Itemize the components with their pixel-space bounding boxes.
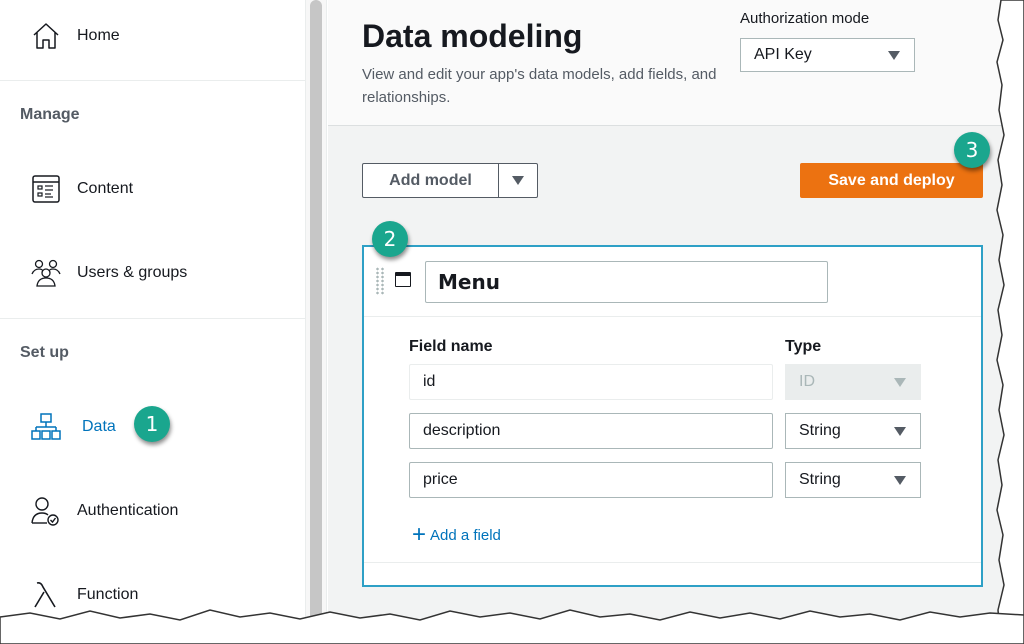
add-model-split-button: Add model [362, 163, 538, 198]
drag-handle-icon[interactable] [375, 267, 385, 295]
card-divider [364, 562, 981, 563]
authorization-mode-select[interactable]: API Key [740, 38, 915, 72]
add-model-dropdown-button[interactable] [499, 164, 537, 197]
model-card-header: Menu [364, 247, 981, 317]
field-type-select: ID [785, 364, 921, 400]
sidebar: Home Manage Content Users & groups Set u… [0, 0, 305, 644]
field-name-input[interactable]: description [409, 413, 773, 449]
sidebar-item-label: Function [77, 586, 139, 603]
sidebar-item-label: Home [77, 27, 120, 44]
sidebar-item-authentication[interactable]: Authentication [0, 491, 305, 531]
data-hierarchy-icon [30, 411, 62, 443]
content-list-icon [30, 173, 62, 205]
sidebar-item-label: Content [77, 180, 134, 197]
plus-icon: + [412, 521, 427, 548]
page-title: Data modeling [362, 18, 583, 54]
authorization-mode-label: Authorization mode [740, 10, 870, 27]
section-title-setup: Set up [20, 344, 69, 361]
page-header: Data modeling View and edit your app's d… [328, 0, 1024, 126]
sidebar-item-label: Data [82, 418, 116, 435]
sidebar-item-label: Users & groups [77, 264, 188, 281]
sidebar-item-content[interactable]: Content [0, 169, 305, 209]
field-type-select[interactable]: String [785, 413, 921, 449]
authorization-mode-value: API Key [754, 46, 812, 63]
caret-down-icon [888, 50, 900, 60]
page-description: View and edit your app's data models, ad… [362, 66, 717, 106]
sidebar-divider [0, 318, 305, 319]
callout-badge-1: 1 [134, 406, 170, 442]
caret-down-icon [512, 176, 524, 185]
sidebar-item-home[interactable]: Home [0, 16, 305, 56]
main-content: Data modeling View and edit your app's d… [328, 0, 1024, 644]
torn-edge-right [996, 0, 1024, 644]
caret-down-icon [894, 475, 906, 485]
field-name-input[interactable]: id [409, 364, 773, 400]
section-title-manage: Manage [20, 106, 80, 123]
callout-badge-2: 2 [372, 221, 408, 257]
field-name-header: Field name [409, 338, 493, 355]
model-window-icon [395, 272, 411, 287]
sidebar-item-users-groups[interactable]: Users & groups [0, 253, 305, 293]
add-model-button[interactable]: Add model [363, 164, 499, 197]
field-type-value: String [799, 471, 841, 488]
type-header: Type [785, 338, 822, 355]
add-field-link[interactable]: + Add a field [412, 523, 501, 547]
sidebar-divider [0, 80, 305, 81]
field-type-value: ID [799, 373, 815, 390]
users-icon [30, 257, 62, 289]
sidebar-scrollbar-thumb[interactable] [310, 0, 322, 644]
add-field-label: Add a field [430, 526, 501, 544]
caret-down-icon [894, 426, 906, 436]
user-check-icon [30, 495, 62, 527]
field-type-value: String [799, 422, 841, 439]
sidebar-item-label: Authentication [77, 502, 179, 519]
home-icon [30, 20, 62, 52]
save-and-deploy-button[interactable]: Save and deploy [800, 163, 983, 198]
callout-badge-3: 3 [954, 132, 990, 168]
field-name-input[interactable]: price [409, 462, 773, 498]
model-card: Menu Field name Type id ID description S… [362, 245, 983, 587]
caret-down-icon [894, 377, 906, 387]
model-name-input[interactable]: Menu [425, 261, 828, 303]
torn-edge-bottom [0, 609, 1024, 644]
field-type-select[interactable]: String [785, 462, 921, 498]
